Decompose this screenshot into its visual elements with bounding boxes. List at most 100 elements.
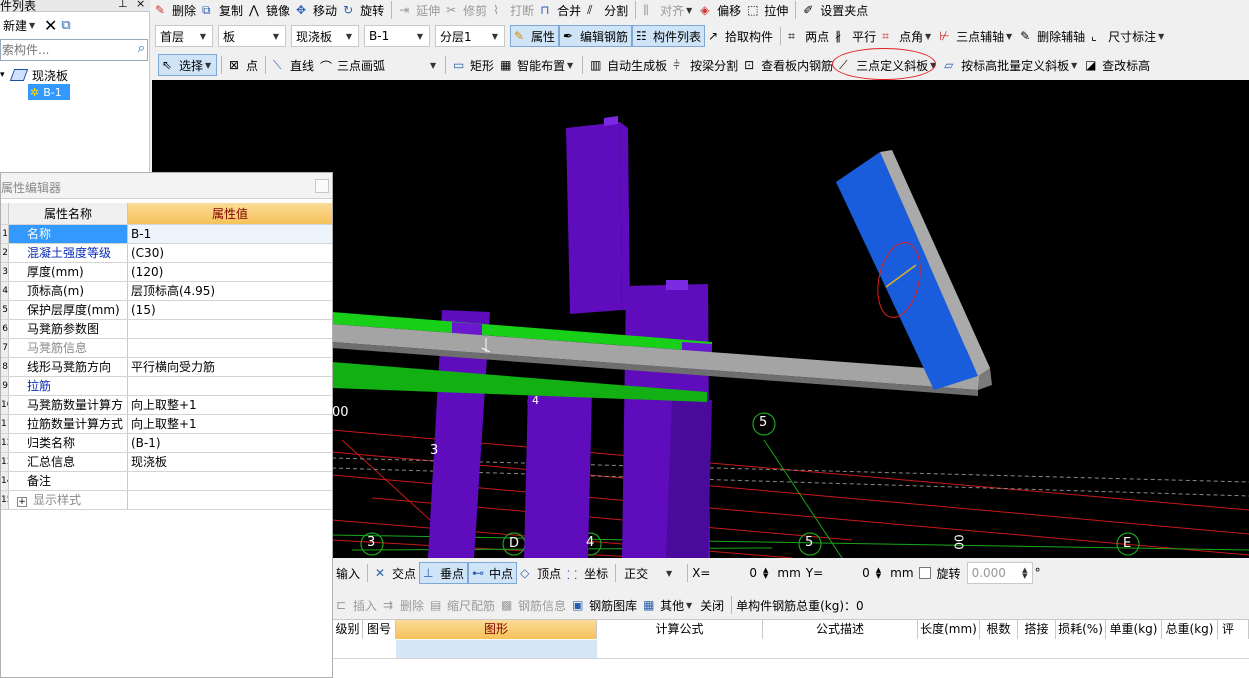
rotate-checkbox[interactable] — [918, 567, 931, 579]
search-input[interactable] — [1, 40, 119, 60]
modify-elevation-button[interactable]: ◪ 查改标高 — [1082, 54, 1153, 76]
column-header[interactable]: 计算公式 — [597, 620, 763, 639]
move-button[interactable]: ✥ 移动 — [293, 0, 340, 21]
component-select[interactable]: B-1 ▼ — [364, 25, 430, 47]
set-grip-button[interactable]: ✐ 设置夹点 — [800, 0, 871, 21]
parallel-button[interactable]: ∦ 平行 — [832, 25, 879, 47]
column-header[interactable]: 图形 — [396, 620, 597, 639]
other-button[interactable]: ▦ 其他 ▼ — [640, 594, 697, 616]
rebar-info-button[interactable]: ▩ 钢筋信息 — [498, 594, 569, 616]
midpoint-snap[interactable]: ⊷ 中点 — [468, 562, 518, 584]
property-value[interactable]: 现浇板 — [128, 453, 332, 471]
split-button[interactable]: ⫽ 分割 — [584, 0, 631, 21]
selected-cell[interactable] — [396, 640, 597, 658]
floor-select[interactable]: 首层 ▼ — [155, 25, 213, 47]
pin-icon[interactable]: ⊥ — [118, 0, 128, 10]
edit-rebar-button[interactable]: ✒ 编辑钢筋 — [559, 25, 633, 47]
panel-button[interactable] — [315, 179, 329, 193]
dimension-button[interactable]: ⌞ 尺寸标注 ▼ — [1088, 25, 1169, 47]
property-row[interactable]: 7 马凳筋信息 — [1, 339, 332, 358]
column-header[interactable]: 级别 — [333, 620, 363, 639]
type-select[interactable]: 现浇板 ▼ — [291, 25, 359, 47]
spin-icon[interactable]: ▲ ▼ — [876, 567, 881, 580]
property-row[interactable]: 9 拉筋 — [1, 377, 332, 396]
property-value[interactable]: (B-1) — [128, 434, 332, 452]
column-header[interactable]: 评 — [1218, 620, 1249, 639]
delete-axis-button[interactable]: ✎ 删除辅轴 — [1017, 25, 1088, 47]
property-value[interactable] — [128, 491, 332, 509]
property-value[interactable]: 平行横向受力筋 — [128, 358, 332, 376]
rotate-button[interactable]: ↻ 旋转 — [340, 0, 387, 21]
collapse-icon[interactable]: ▾ — [0, 70, 8, 80]
perpendicular-snap[interactable]: ⊥ 垂点 — [419, 562, 469, 584]
property-button[interactable]: ✎ 属性 — [510, 25, 560, 47]
rebar-library-button[interactable]: ▣ 钢筋图库 — [569, 594, 640, 616]
coordinate-snap[interactable]: ⸬ 坐标 — [564, 562, 611, 584]
column-header[interactable]: 公式描述 — [763, 620, 918, 639]
column-header[interactable]: 搭接 — [1018, 620, 1056, 639]
point-angle-button[interactable]: ⌗ 点角 ▼ — [879, 25, 936, 47]
tree-root[interactable]: ▾ 现浇板 — [0, 66, 68, 84]
property-value[interactable]: (120) — [128, 263, 332, 281]
scale-rebar-button[interactable]: ▤ 缩尺配筋 — [427, 594, 498, 616]
property-row[interactable]: 2 混凝土强度等级 (C30) — [1, 244, 332, 263]
new-button[interactable]: 新建 ▼ — [0, 14, 40, 36]
property-row[interactable]: 3 厚度(mm) (120) — [1, 263, 332, 282]
two-point-button[interactable]: ⌗ 两点 — [785, 25, 832, 47]
column-header[interactable]: 总重(kg) — [1162, 620, 1218, 639]
split-by-beam-button[interactable]: ⫩ 按梁分割 — [670, 54, 741, 76]
column-header[interactable]: 单重(kg) — [1106, 620, 1162, 639]
delete-x-icon[interactable]: ✕ — [44, 16, 57, 35]
merge-button[interactable]: ⊓ 合并 — [537, 0, 584, 21]
component-list-button[interactable]: ☷ 构件列表 — [632, 25, 706, 47]
input-button[interactable]: 输入 — [333, 562, 363, 584]
arc-button[interactable]: ⌒ 三点画弧 ▼ — [317, 54, 441, 76]
property-row[interactable]: 12归类名称(B-1) — [1, 434, 332, 453]
smart-layout-button[interactable]: ▦ 智能布置 ▼ — [497, 54, 578, 76]
property-row[interactable]: 13汇总信息现浇板 — [1, 453, 332, 472]
column-header[interactable]: 损耗(%) — [1056, 620, 1106, 639]
rotate-input[interactable]: 0.000 ▲ ▼ — [966, 562, 1033, 584]
category-select[interactable]: 板 ▼ — [218, 25, 286, 47]
stretch-button[interactable]: ⬚ 拉伸 — [744, 0, 791, 21]
property-row[interactable]: 14备注 — [1, 472, 332, 491]
property-value[interactable]: (C30) — [128, 244, 332, 262]
copy-icon[interactable]: ⧉ — [61, 18, 70, 33]
offset-button[interactable]: ◈ 偏移 — [697, 0, 744, 21]
delete-button[interactable]: ✎ 删除 — [152, 0, 199, 21]
intersection-snap[interactable]: ✕ 交点 — [372, 562, 419, 584]
property-value[interactable] — [128, 377, 332, 395]
point-button[interactable]: ⊠ 点 — [226, 54, 261, 76]
property-row[interactable]: 1 名称 B-1 — [1, 225, 332, 244]
three-point-axis-button[interactable]: ⊬ 三点辅轴 ▼ — [936, 25, 1017, 47]
copy-button[interactable]: ⧉ 复制 — [199, 0, 246, 21]
close-icon[interactable]: × — [136, 0, 145, 10]
property-value[interactable]: 层顶标高(4.95) — [128, 282, 332, 300]
property-value[interactable]: (15) — [128, 301, 332, 319]
three-point-slope-button[interactable]: ⟋ 三点定义斜板 ▼ — [832, 48, 941, 80]
insert-button[interactable]: ⊏ 插入 — [333, 594, 380, 616]
x-input[interactable]: 0 ▲ ▼ — [710, 562, 772, 584]
pick-component-button[interactable]: ↗ 拾取构件 — [705, 25, 776, 47]
rebar-delete-button[interactable]: ⇉ 删除 — [380, 594, 427, 616]
rectangle-button[interactable]: ▭ 矩形 — [450, 54, 497, 76]
y-input[interactable]: 0 ▲ ▼ — [823, 562, 885, 584]
break-button[interactable]: ⌇ 打断 — [490, 0, 537, 21]
property-row[interactable]: 6 马凳筋参数图 — [1, 320, 332, 339]
vertex-snap[interactable]: ◇ 顶点 — [517, 562, 564, 584]
auto-generate-slab-button[interactable]: ▥ 自动生成板 — [587, 54, 670, 76]
tree-item-b1[interactable]: ✲ B-1 — [28, 84, 70, 100]
property-value[interactable]: 向上取整+1 — [128, 415, 332, 433]
property-row[interactable]: 4 顶标高(m) 层顶标高(4.95) — [1, 282, 332, 301]
select-button[interactable]: ⇖ 选择 ▼ — [158, 54, 218, 76]
property-value[interactable]: B-1 — [128, 225, 332, 243]
extend-button[interactable]: ⇥ 延伸 — [396, 0, 443, 21]
trim-button[interactable]: ✂ 修剪 — [443, 0, 490, 21]
column-header[interactable]: 长度(mm) — [918, 620, 980, 639]
mirror-button[interactable]: ⋀ 镜像 — [246, 0, 293, 21]
property-row[interactable]: 10马凳筋数量计算方向上取整+1 — [1, 396, 332, 415]
property-row[interactable]: 5 保护层厚度(mm) (15) — [1, 301, 332, 320]
column-header[interactable]: 根数 — [980, 620, 1018, 639]
search-icon[interactable]: ⌕ — [138, 41, 145, 56]
property-row[interactable]: 15+显示样式 — [1, 491, 332, 510]
